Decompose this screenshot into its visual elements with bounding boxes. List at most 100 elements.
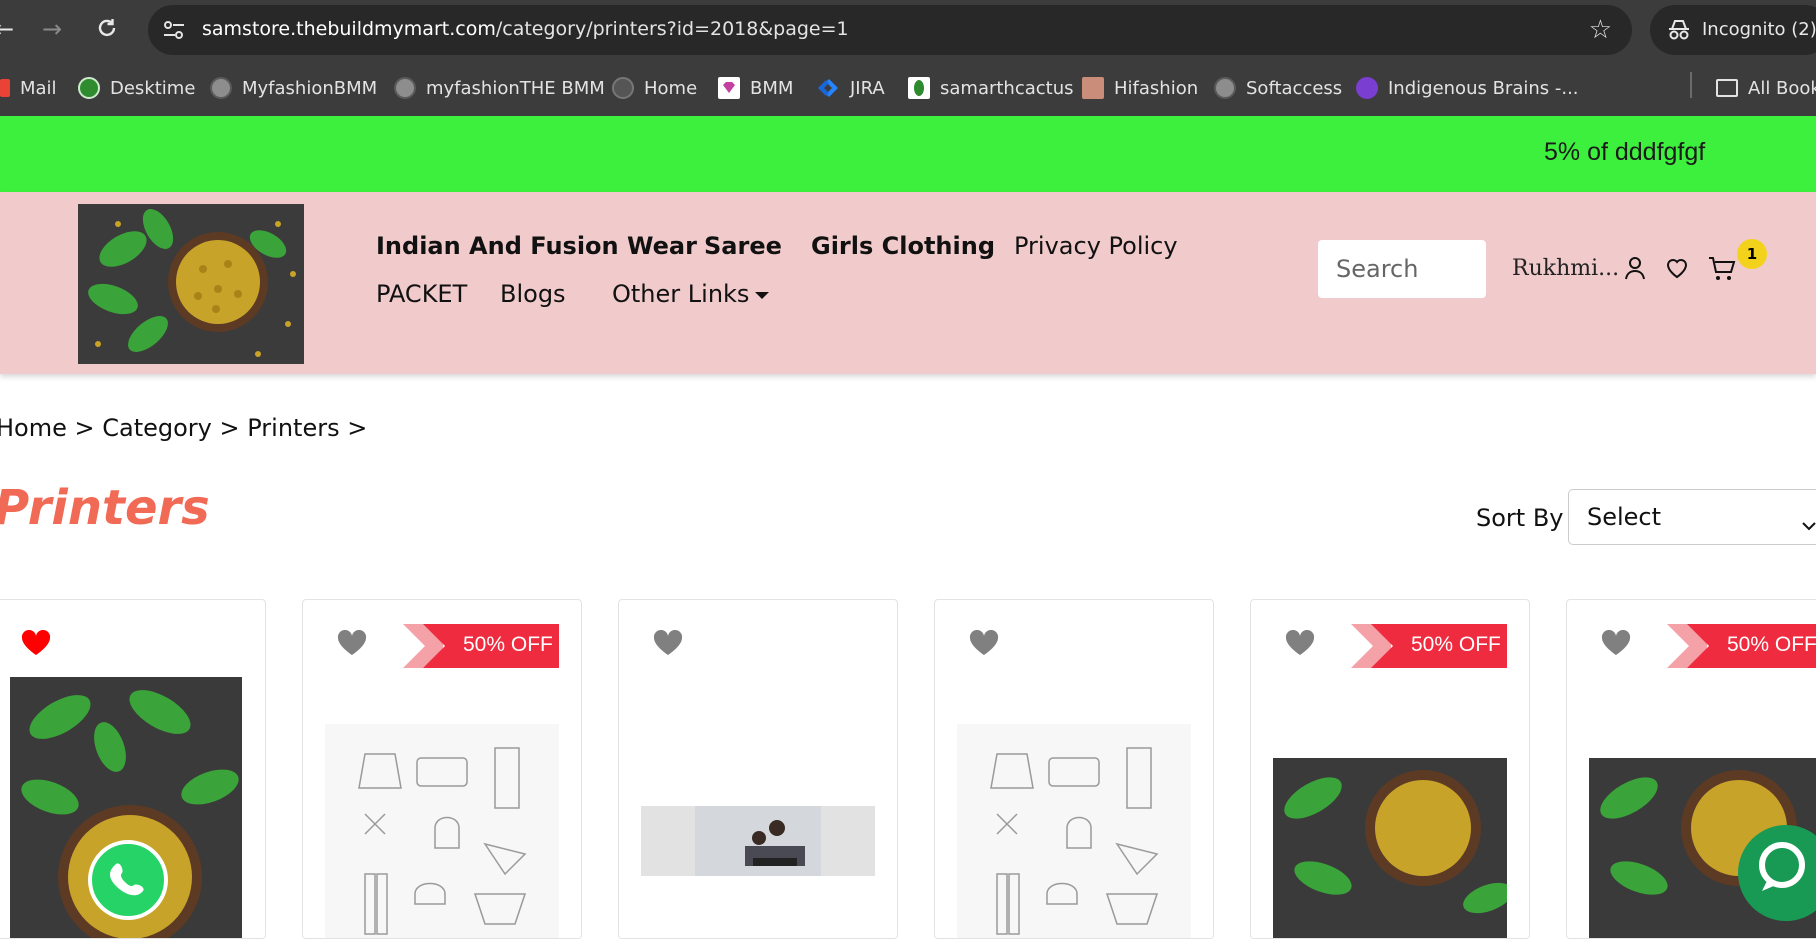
globe-icon xyxy=(394,77,416,99)
bookmark-jira[interactable]: JIRA xyxy=(818,76,885,100)
sort-by-label: Sort By xyxy=(1476,504,1564,532)
gmail-icon xyxy=(0,79,10,97)
bmm-icon xyxy=(718,77,740,99)
incognito-label: Incognito (2) xyxy=(1702,19,1816,40)
whatsapp-icon xyxy=(109,863,144,896)
product-card[interactable]: 50% OFF xyxy=(302,599,582,939)
discount-badge: 50% OFF xyxy=(1667,624,1816,668)
wishlist-heart-icon[interactable] xyxy=(337,629,367,660)
bookmark-mail[interactable]: Mail xyxy=(0,76,57,100)
indigenous-brains-icon xyxy=(1356,77,1378,99)
bookmark-all-bookmarks[interactable]: All Book xyxy=(1716,76,1816,100)
discount-badge-text: 50% OFF xyxy=(1411,633,1501,656)
nav-saree[interactable]: Saree xyxy=(704,232,782,260)
product-card[interactable] xyxy=(934,599,1214,939)
nav-packet[interactable]: PACKET xyxy=(376,280,467,308)
bookmark-label: All Book xyxy=(1748,77,1816,99)
nav-blogs[interactable]: Blogs xyxy=(500,280,566,308)
chevron-down-icon xyxy=(1801,510,1816,538)
site-header: Indian And Fusion Wear Saree Girls Cloth… xyxy=(0,192,1816,374)
jira-icon xyxy=(818,77,840,99)
bookmark-label: Mail xyxy=(20,77,57,99)
forward-arrow-icon[interactable]: → xyxy=(42,17,62,41)
url-text: samstore.thebuildmymart.com/category/pri… xyxy=(202,18,849,40)
breadcrumb[interactable]: Home > Category > Printers > xyxy=(0,414,367,442)
bookmark-label: BMM xyxy=(750,77,794,99)
product-image-placeholder[interactable] xyxy=(957,724,1191,938)
bookmark-myfashion-the-bmm[interactable]: myfashionTHE BMM xyxy=(394,76,605,100)
discount-badge-text: 50% OFF xyxy=(1727,633,1816,656)
globe-dark-icon xyxy=(612,77,634,99)
wishlist-heart-icon[interactable] xyxy=(1285,629,1315,660)
bookmark-indigenous-brains[interactable]: Indigenous Brains -... xyxy=(1356,76,1579,100)
desktime-icon xyxy=(78,77,100,99)
whatsapp-button[interactable] xyxy=(88,840,168,920)
bookmark-hifashion[interactable]: Hifashion xyxy=(1082,76,1198,100)
bookmark-label: MyfashionBMM xyxy=(242,77,378,99)
chat-bubble-icon xyxy=(1759,842,1805,891)
bookmark-bmm[interactable]: BMM xyxy=(718,76,793,100)
bookmark-home[interactable]: Home xyxy=(612,76,697,100)
bookmark-star-icon[interactable]: ☆ xyxy=(1589,15,1612,45)
discount-badge-text: 50% OFF xyxy=(463,633,553,656)
bookmark-label: Softaccess xyxy=(1246,77,1343,99)
nav-indian-fusion-wear[interactable]: Indian And Fusion Wear xyxy=(376,232,697,260)
wishlist-heart-icon[interactable] xyxy=(1601,629,1631,660)
sort-select[interactable]: Select xyxy=(1568,489,1816,545)
browser-toolbar: ← → samstore.thebuildmymart.com/category… xyxy=(0,0,1816,60)
discount-badge: 50% OFF xyxy=(1351,624,1507,668)
url-domain: samstore.thebuildmymart.com xyxy=(202,18,496,40)
product-card[interactable]: 50% OFF xyxy=(1250,599,1530,939)
bookmark-samarthcactus[interactable]: samarthcactus xyxy=(908,76,1074,100)
bookmark-label: myfashionTHE BMM xyxy=(426,77,605,99)
bookmark-label: JIRA xyxy=(850,77,885,99)
product-card[interactable] xyxy=(618,599,898,939)
discount-badge: 50% OFF xyxy=(403,624,559,668)
user-name[interactable]: Rukhmi... xyxy=(1512,256,1619,281)
address-bar[interactable]: samstore.thebuildmymart.com/category/pri… xyxy=(148,5,1632,55)
bookmark-label: Home xyxy=(644,77,698,99)
wishlist-heart-icon[interactable] xyxy=(969,629,999,660)
site-settings-icon[interactable] xyxy=(162,20,186,40)
promo-text: 5% of dddfgfgf xyxy=(1544,138,1706,166)
back-arrow-icon[interactable]: ← xyxy=(0,17,14,41)
reload-icon[interactable] xyxy=(96,17,118,43)
nav-other-links[interactable]: Other Links xyxy=(612,280,770,308)
hifashion-icon xyxy=(1082,77,1104,99)
bookmarks-bar: Mail Desktime MyfashionBMM myfashionTHE … xyxy=(0,60,1816,116)
bookmark-myfashionbmm[interactable]: MyfashionBMM xyxy=(210,76,377,100)
nav-privacy-policy[interactable]: Privacy Policy xyxy=(1014,232,1178,260)
nav-other-links-label: Other Links xyxy=(612,280,750,308)
wishlist-heart-icon[interactable] xyxy=(1665,256,1689,284)
bookmark-label: Indigenous Brains -... xyxy=(1388,77,1579,99)
wishlist-heart-icon[interactable] xyxy=(653,629,683,660)
user-icon[interactable] xyxy=(1624,256,1646,284)
search-input[interactable]: Search xyxy=(1318,240,1486,298)
globe-icon xyxy=(210,77,232,99)
url-path: /category/printers?id=2018&page=1 xyxy=(495,18,849,40)
bookmark-softaccess[interactable]: Softaccess xyxy=(1214,76,1342,100)
folder-icon xyxy=(1716,79,1738,97)
wishlist-heart-icon[interactable] xyxy=(21,629,51,660)
sort-select-value: Select xyxy=(1587,503,1662,531)
page-title: Printers xyxy=(0,480,210,536)
cart-count-badge: 1 xyxy=(1737,239,1767,269)
bookmark-desktime[interactable]: Desktime xyxy=(78,76,195,100)
bookmark-label: samarthcactus xyxy=(940,77,1074,99)
nav-girls-clothing[interactable]: Girls Clothing xyxy=(811,232,995,260)
chat-widget-button[interactable] xyxy=(1738,825,1816,921)
incognito-indicator[interactable]: Incognito (2) xyxy=(1650,5,1816,55)
promo-banner: 5% of dddfgfgf xyxy=(0,116,1816,192)
bookmarks-divider xyxy=(1690,72,1692,98)
site-logo[interactable] xyxy=(78,204,304,364)
cart-icon[interactable] xyxy=(1708,256,1736,286)
search-placeholder: Search xyxy=(1336,255,1419,283)
bookmark-label: Desktime xyxy=(110,77,196,99)
product-image-placeholder[interactable] xyxy=(325,724,559,938)
bookmark-label: Hifashion xyxy=(1114,77,1199,99)
cactus-icon xyxy=(908,77,930,99)
caret-down-icon xyxy=(755,291,770,299)
product-image[interactable] xyxy=(1273,758,1513,938)
globe-icon xyxy=(1214,77,1236,99)
product-image[interactable] xyxy=(641,806,875,876)
